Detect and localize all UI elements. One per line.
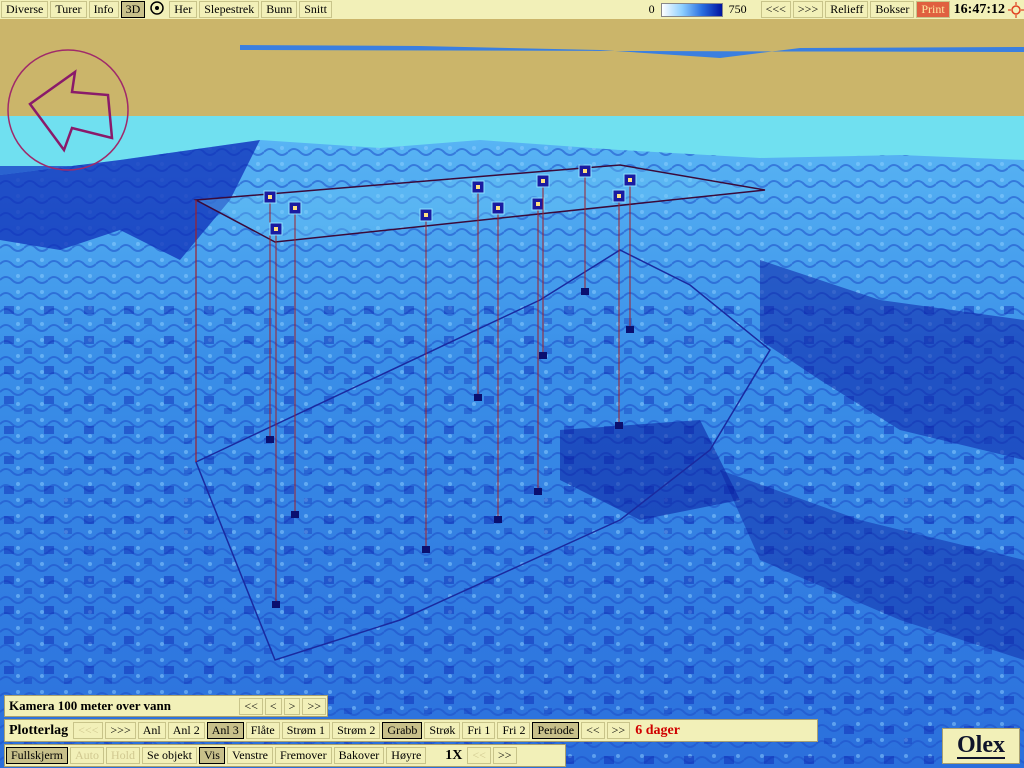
view-se-objekt-button[interactable]: Se objekt: [142, 747, 198, 764]
plotterlag-anl-3-button[interactable]: Anl 3: [206, 722, 244, 739]
view-hold-button[interactable]: Hold: [106, 747, 141, 764]
plotterlag-label: Plotterlag: [9, 722, 69, 738]
sky-area: [0, 19, 1024, 119]
depth-scale-bar[interactable]: [660, 2, 723, 17]
view-fullskjerm-button[interactable]: Fullskjerm: [6, 747, 69, 764]
view-venstre-button[interactable]: Venstre: [226, 747, 273, 764]
bathymetry-3d-view[interactable]: [0, 0, 1024, 768]
menu-3d[interactable]: 3D: [120, 1, 146, 18]
plotterlag-fri-1-button[interactable]: Fri 1: [462, 722, 496, 739]
target-icon[interactable]: [150, 0, 164, 19]
menu-her[interactable]: Her: [169, 1, 198, 18]
speed---button[interactable]: >>: [492, 747, 517, 764]
camera-fast-forward-button[interactable]: >>: [302, 697, 326, 715]
plotterlag-anl-button[interactable]: Anl: [137, 722, 166, 739]
camera-panel: Kamera 100 meter over vann << < > >>: [4, 695, 328, 717]
next-button[interactable]: >>>: [792, 1, 824, 18]
speed---button[interactable]: <<: [467, 747, 491, 764]
menu-info[interactable]: Info: [88, 1, 119, 18]
plotterlag-panel: Plotterlag <<< >>> Anl Anl 2 Anl 3 Flåte Strøm…: [4, 719, 818, 742]
plotterlag-anl-2-button[interactable]: Anl 2: [167, 722, 205, 739]
view-auto-button[interactable]: Auto: [70, 747, 105, 764]
relieff-button[interactable]: Relieff: [825, 1, 869, 18]
plotterlag---button[interactable]: <<: [581, 722, 605, 739]
menu-bunn[interactable]: Bunn: [261, 1, 298, 18]
plotterlag-periode-button[interactable]: Periode: [532, 722, 580, 739]
clock: 16:47:12: [953, 1, 1005, 17]
plotterlag-fri-2-button[interactable]: Fri 2: [497, 722, 531, 739]
depth-scale-min: 0: [648, 2, 655, 16]
print-button[interactable]: Print: [916, 1, 950, 18]
menu-slepestrek[interactable]: Slepestrek: [199, 1, 260, 18]
view-vis-button[interactable]: Vis: [199, 747, 225, 764]
plotterlag---button[interactable]: <<<: [73, 722, 104, 739]
camera-forward-button[interactable]: >: [283, 697, 301, 715]
plotterlag-flåte-button[interactable]: Flåte: [245, 722, 280, 739]
depth-scale-max: 750: [728, 2, 747, 16]
period-days: 6 dager: [635, 722, 680, 738]
plotterlag---button[interactable]: >>: [606, 722, 631, 739]
menu-snitt[interactable]: Snitt: [299, 1, 332, 18]
plotterlag-strøm-1-button[interactable]: Strøm 1: [281, 722, 331, 739]
camera-fast-back-button[interactable]: <<: [239, 697, 263, 715]
prev-button[interactable]: <<<: [760, 1, 791, 18]
bokser-button[interactable]: Bokser: [870, 1, 915, 18]
top-toolbar: Diverse Turer Info 3D Her Slepestrek Bun…: [0, 0, 1024, 19]
view-høyre-button[interactable]: Høyre: [386, 747, 427, 764]
view-bakover-button[interactable]: Bakover: [333, 747, 385, 764]
speed-label: 1X: [445, 747, 463, 763]
view-fremover-button[interactable]: Fremover: [274, 747, 332, 764]
plotterlag-strøk-button[interactable]: Strøk: [424, 722, 461, 739]
plotterlag-grabb-button[interactable]: Grabb: [382, 722, 423, 739]
plotterlag---button[interactable]: >>>: [105, 722, 136, 739]
camera-back-button[interactable]: <: [264, 697, 282, 715]
plotterlag-strøm-2-button[interactable]: Strøm 2: [332, 722, 381, 739]
menu-turer[interactable]: Turer: [50, 1, 87, 18]
camera-label: Kamera 100 meter over vann: [9, 698, 171, 713]
sun-icon[interactable]: [1008, 1, 1024, 18]
view-panel: Fullskjerm Auto Hold Se objekt Vis Venstre Fre…: [4, 744, 566, 767]
olex-logo: Olex: [942, 728, 1020, 764]
menu-diverse[interactable]: Diverse: [1, 1, 49, 18]
